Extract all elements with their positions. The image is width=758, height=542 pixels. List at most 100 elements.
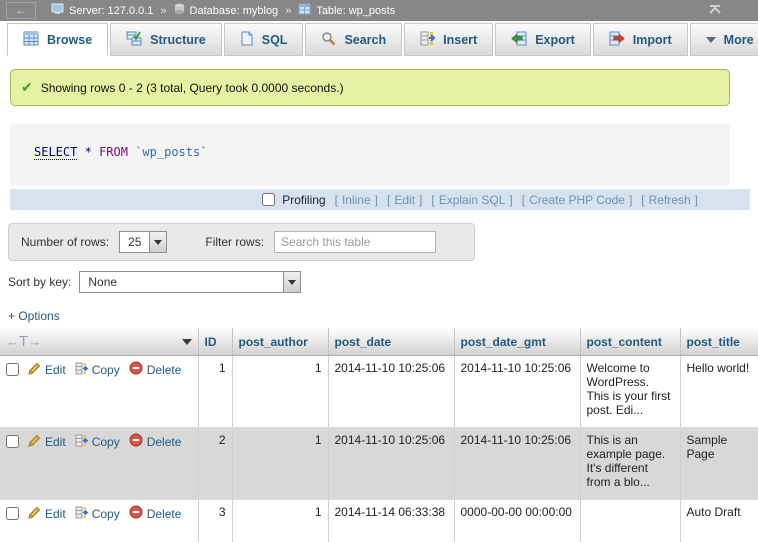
delete-row-button[interactable]: Delete: [129, 361, 182, 378]
breadcrumb-table[interactable]: Table: wp_posts: [298, 3, 395, 18]
bracket: [: [387, 193, 390, 207]
structure-icon: [126, 31, 142, 49]
cell-post-author: 1: [232, 500, 328, 542]
copy-row-button[interactable]: Copy: [75, 362, 120, 378]
sql-keyword-from: FROM: [99, 145, 128, 159]
select-arrow-icon[interactable]: [283, 272, 300, 292]
edit-row-button[interactable]: Edit: [28, 362, 66, 378]
explain-sql-link[interactable]: Explain SQL: [439, 193, 506, 207]
cell-post-date-gmt: 0000-00-00 00:00:00: [454, 500, 580, 542]
header-dropdown-icon[interactable]: [182, 339, 192, 345]
refresh-link[interactable]: Refresh: [649, 193, 691, 207]
bracket: ]: [695, 193, 698, 207]
tab-insert-label: Insert: [443, 33, 477, 47]
copy-row-button[interactable]: Copy: [75, 434, 120, 450]
sql-query-box: SELECT * FROM `wp_posts`: [10, 124, 730, 186]
cell-post-author: 1: [232, 356, 328, 428]
cell-id: 1: [198, 356, 232, 428]
header-row: ←T→ ID post_author post_date post_date_g…: [0, 328, 758, 356]
table-row: Edit Copy Delete 2 1 2014-11-10 10:25:06…: [0, 428, 758, 500]
num-rows-label: Number of rows:: [21, 235, 109, 249]
sort-key-select[interactable]: None: [79, 271, 301, 293]
sql-keyword-select[interactable]: SELECT: [34, 145, 77, 160]
bracket: [: [641, 193, 644, 207]
column-header-id[interactable]: ID: [198, 328, 232, 356]
row-options-bar: Number of rows: 25 Filter rows:: [8, 223, 475, 261]
tab-browse-label: Browse: [47, 33, 92, 47]
table-row: Edit Copy Delete 3 1 2014-11-14 06:33:38…: [0, 500, 758, 542]
pencil-icon: [28, 506, 41, 522]
tab-structure-label: Structure: [150, 33, 206, 47]
cell-post-author: 1: [232, 428, 328, 500]
cell-post-title: Sample Page: [680, 428, 758, 500]
filter-rows-label: Filter rows:: [205, 235, 264, 249]
tab-structure[interactable]: Structure: [110, 23, 222, 56]
server-label: Server: 127.0.0.1: [69, 5, 153, 17]
edit-query-link[interactable]: Edit: [394, 193, 415, 207]
tab-import[interactable]: Import: [593, 23, 688, 56]
status-message: ✔ Showing rows 0 - 2 (3 total, Query too…: [10, 69, 730, 106]
cell-post-date-gmt: 2014-11-10 10:25:06: [454, 356, 580, 428]
tab-more[interactable]: More: [690, 23, 758, 56]
export-icon: [511, 31, 527, 49]
tab-insert[interactable]: Insert: [404, 23, 493, 56]
browse-mode-widget[interactable]: ←T→: [6, 333, 41, 350]
select-arrow-icon[interactable]: [149, 232, 166, 252]
column-header-post-date[interactable]: post_date: [328, 328, 454, 356]
tab-more-label: More: [724, 33, 754, 47]
options-toggle-link[interactable]: + Options: [8, 309, 60, 323]
row-select-checkbox[interactable]: [6, 507, 19, 520]
row-select-checkbox[interactable]: [6, 363, 19, 376]
bracket: [: [431, 193, 434, 207]
profiling-checkbox[interactable]: [262, 193, 275, 206]
cell-post-date: 2014-11-10 10:25:06: [328, 356, 454, 428]
edit-row-button[interactable]: Edit: [28, 506, 66, 522]
sort-by-key-label: Sort by key:: [8, 275, 71, 289]
import-icon: [609, 31, 625, 49]
cell-post-title: Hello world!: [680, 356, 758, 428]
chevron-down-icon: [706, 37, 716, 43]
table-icon: [298, 3, 311, 18]
tab-sql-label: SQL: [262, 33, 288, 47]
breadcrumb-database[interactable]: Database: myblog: [174, 3, 279, 18]
cell-post-content: [580, 500, 680, 542]
cell-post-content: Welcome to WordPress. This is your first…: [580, 356, 680, 428]
results-table: ←T→ ID post_author post_date post_date_g…: [0, 328, 758, 542]
insert-row-icon: [420, 31, 435, 49]
bracket: ]: [375, 193, 378, 207]
tab-import-label: Import: [633, 33, 672, 47]
collapse-panel-icon[interactable]: [708, 4, 722, 18]
delete-icon: [129, 361, 143, 378]
tab-browse[interactable]: Browse: [7, 23, 108, 56]
tab-search[interactable]: Search: [305, 23, 402, 56]
row-select-checkbox[interactable]: [6, 435, 19, 448]
cell-post-date: 2014-11-14 06:33:38: [328, 500, 454, 542]
edit-row-button[interactable]: Edit: [28, 434, 66, 450]
tab-export-label: Export: [535, 33, 575, 47]
profiling-label: Profiling: [282, 193, 325, 207]
browse-table-icon: [23, 31, 39, 49]
database-icon: [174, 3, 185, 18]
delete-row-button[interactable]: Delete: [129, 505, 182, 522]
column-header-post-title[interactable]: post_title: [680, 328, 758, 356]
copy-row-button[interactable]: Copy: [75, 506, 120, 522]
breadcrumb-separator: »: [158, 5, 168, 17]
breadcrumb-server[interactable]: Server: 127.0.0.1: [51, 3, 153, 18]
breadcrumb-bar: ← Server: 127.0.0.1 » Database: myblog »…: [0, 0, 758, 21]
column-header-post-date-gmt[interactable]: post_date_gmt: [454, 328, 580, 356]
bracket: ]: [419, 193, 422, 207]
table-filter-input[interactable]: [274, 231, 436, 253]
column-header-post-content[interactable]: post_content: [580, 328, 680, 356]
create-php-code-link[interactable]: Create PHP Code: [529, 193, 625, 207]
tab-export[interactable]: Export: [495, 23, 591, 56]
column-header-post-author[interactable]: post_author: [232, 328, 328, 356]
status-message-text: Showing rows 0 - 2 (3 total, Query took …: [41, 81, 344, 95]
search-icon: [321, 31, 336, 49]
bracket: ]: [629, 193, 632, 207]
num-rows-select[interactable]: 25: [119, 231, 167, 253]
back-arrow-button[interactable]: ←: [6, 2, 36, 19]
delete-row-button[interactable]: Delete: [129, 433, 182, 450]
inline-link[interactable]: Inline: [342, 193, 371, 207]
copy-row-icon: [75, 506, 88, 522]
tab-sql[interactable]: SQL: [224, 23, 304, 56]
